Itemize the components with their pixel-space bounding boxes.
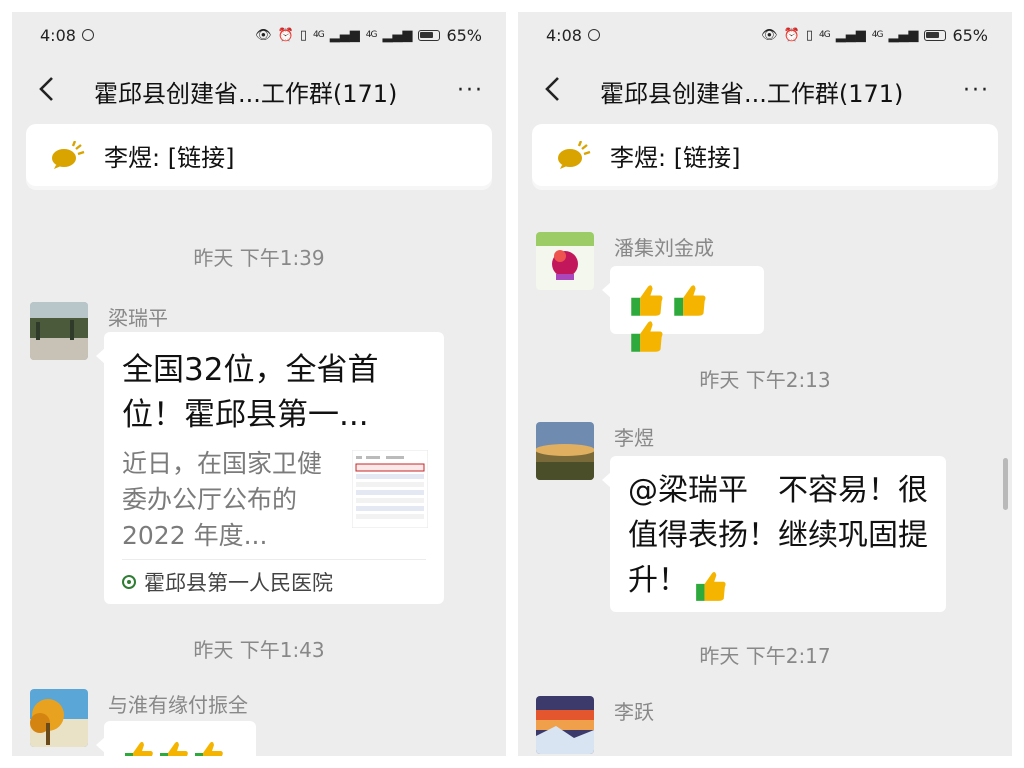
sender-name: 李跃 <box>614 700 654 724</box>
message-row: 梁瑞平 全国32位，全省首位！霍邱县第一... 近日，在国家卫健委办公厅公布的2… <box>30 302 496 612</box>
link-card[interactable]: 全国32位，全省首位！霍邱县第一... 近日，在国家卫健委办公厅公布的2022 … <box>96 332 444 604</box>
chat-header: 霍邱县创建省...工作群(171) ··· <box>518 64 1012 114</box>
sync-icon <box>587 29 600 41</box>
link-title: 全国32位，全省首位！霍邱县第一... <box>122 352 379 433</box>
avatar-image <box>536 422 594 480</box>
avatar[interactable] <box>30 302 88 360</box>
more-icon: ··· <box>457 78 484 103</box>
message-row: 李煜 @梁瑞平 不容易！很值得表扬！继续巩固提升！ <box>536 422 1002 622</box>
more-options-button[interactable]: ··· <box>457 78 484 103</box>
more-options-button[interactable]: ··· <box>963 78 990 103</box>
chat-screen-right: 4:08 👁 ⏰ ▯ 4G ▂▄▆ 4G ▂▄▆ 65% 霍邱县创建省...工作… <box>518 12 1012 756</box>
pinned-notice-text: 李煜: [链接] <box>104 143 235 172</box>
message-row: 李跃 <box>536 696 1002 756</box>
eye-icon: 👁 <box>255 27 272 43</box>
thumbs-up-icon <box>125 741 153 756</box>
message-bubble[interactable] <box>602 266 764 352</box>
sender-name: 李煜 <box>614 426 654 450</box>
time-divider: 昨天 下午1:39 <box>193 246 325 270</box>
document-preview-icon <box>351 449 429 529</box>
battery-percent: 65% <box>952 25 988 45</box>
alarm-icon: ⏰ <box>783 27 800 43</box>
thumbs-up-icon <box>696 571 726 601</box>
status-time: 4:08 <box>40 25 76 45</box>
chat-screen-left: 4:08 👁 ⏰ ▯ 4G ▂▄▆ 4G ▂▄▆ 65% 霍邱县创建省...工作… <box>12 12 506 756</box>
chat-title: 霍邱县创建省...工作群(171) <box>94 80 398 108</box>
status-left: 4:08 <box>546 26 600 45</box>
pinned-notice-text: 李煜: [链接] <box>610 143 741 172</box>
avatar[interactable] <box>30 689 88 747</box>
avatar-image <box>536 696 594 754</box>
link-thumbnail <box>351 449 429 529</box>
status-bar: 4:08 👁 ⏰ ▯ 4G ▂▄▆ 4G ▂▄▆ 65% <box>518 12 1012 58</box>
avatar-image <box>30 302 88 360</box>
status-bar: 4:08 👁 ⏰ ▯ 4G ▂▄▆ 4G ▂▄▆ 65% <box>12 12 506 58</box>
message-text: @梁瑞平 不容易！很值得表扬！继续巩固提升！ <box>628 473 928 598</box>
sender-name: 梁瑞平 <box>108 306 168 330</box>
avatar[interactable] <box>536 696 594 754</box>
network-1-label: 4G <box>819 30 831 40</box>
link-source-name: 霍邱县第一人民医院 <box>144 571 333 595</box>
thumbs-up-icon <box>631 285 663 316</box>
thumbs-up-icon <box>674 285 706 316</box>
message-bubble[interactable] <box>96 721 256 756</box>
scrollbar-thumb[interactable] <box>1003 458 1008 510</box>
pinned-notice[interactable]: 李煜: [链接] <box>532 124 998 186</box>
back-button[interactable] <box>540 72 568 106</box>
signal-1-icon: ▂▄▆ <box>835 27 866 43</box>
message-bubble[interactable]: @梁瑞平 不容易！很值得表扬！继续巩固提升！ <box>602 456 946 612</box>
sync-icon <box>81 29 94 41</box>
avatar-image <box>536 232 594 290</box>
status-left: 4:08 <box>40 26 94 45</box>
link-description: 近日，在国家卫健委办公厅公布的2022 年度... <box>122 449 323 550</box>
avatar-image <box>30 689 88 747</box>
message-row: 与淮有缘付振全 <box>30 689 496 756</box>
more-icon: ··· <box>963 78 990 103</box>
status-time: 4:08 <box>546 25 582 45</box>
announcement-icon <box>52 141 85 169</box>
thumbs-up-icon <box>195 741 223 756</box>
sender-name: 与淮有缘付振全 <box>108 693 248 717</box>
status-right: 👁 ⏰ ▯ 4G ▂▄▆ 4G ▂▄▆ 65% <box>761 26 988 45</box>
back-button[interactable] <box>34 72 62 106</box>
network-2-label: 4G <box>365 30 378 40</box>
chevron-left-icon <box>39 77 53 101</box>
battery-percent: 65% <box>446 25 482 45</box>
avatar[interactable] <box>536 232 594 290</box>
announcement-icon <box>558 141 591 169</box>
chat-title: 霍邱县创建省...工作群(171) <box>600 80 904 108</box>
time-divider: 昨天 下午1:43 <box>193 638 325 662</box>
network-2-label: 4G <box>871 30 884 40</box>
signal-1-icon: ▂▄▆ <box>329 27 360 43</box>
signal-2-icon: ▂▄▆ <box>382 27 413 43</box>
time-divider: 昨天 下午2:17 <box>699 644 831 668</box>
eye-icon: 👁 <box>761 27 778 43</box>
vibrate-icon: ▯ <box>299 27 308 43</box>
thumbs-up-icon <box>631 321 663 352</box>
status-right: 👁 ⏰ ▯ 4G ▂▄▆ 4G ▂▄▆ 65% <box>255 26 482 45</box>
link-source: 霍邱县第一人民医院 <box>122 559 426 604</box>
avatar[interactable] <box>536 422 594 480</box>
battery-icon <box>924 29 947 41</box>
sender-name: 潘集刘金成 <box>614 236 714 260</box>
alarm-icon: ⏰ <box>277 27 294 43</box>
time-divider: 昨天 下午2:13 <box>699 368 831 392</box>
pinned-notice[interactable]: 李煜: [链接] <box>26 124 492 186</box>
network-1-label: 4G <box>313 30 325 40</box>
battery-icon <box>418 29 441 41</box>
chevron-left-icon <box>545 77 559 101</box>
vibrate-icon: ▯ <box>805 27 814 43</box>
message-row: 潘集刘金成 <box>536 232 1002 352</box>
signal-2-icon: ▂▄▆ <box>888 27 919 43</box>
chat-header: 霍邱县创建省...工作群(171) ··· <box>12 64 506 114</box>
source-logo-icon <box>122 575 136 589</box>
thumbs-up-icon <box>160 741 188 756</box>
